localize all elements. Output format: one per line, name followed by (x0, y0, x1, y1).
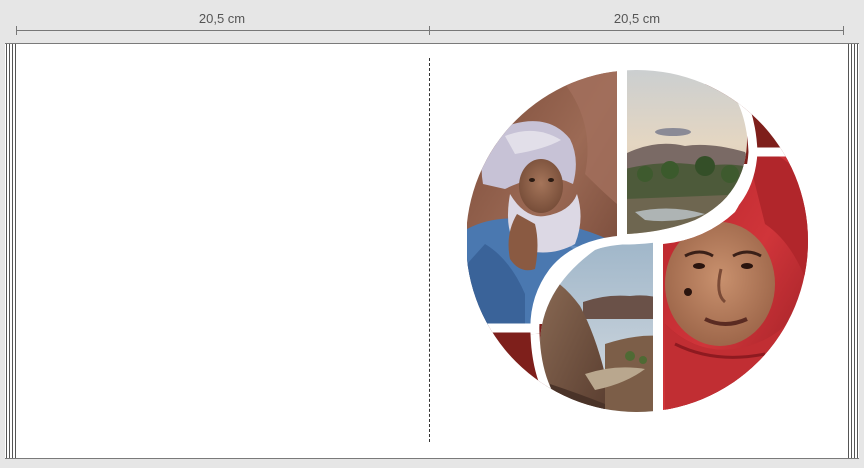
ruler-label-right: 20,5 cm (613, 11, 661, 26)
ruler-tick-end (843, 26, 844, 35)
album-spread[interactable] (5, 43, 859, 459)
dimension-ruler: 20,5 cm 20,5 cm (0, 0, 864, 42)
ruler-tick-middle (429, 26, 430, 35)
yin-yang-collage[interactable] (5, 44, 859, 460)
ruler-line-left (16, 30, 429, 31)
photo-book-editor: 20,5 cm 20,5 cm (0, 0, 864, 468)
ruler-tick-start (16, 26, 17, 35)
ruler-line-right (430, 30, 844, 31)
ruler-label-left: 20,5 cm (198, 11, 246, 26)
